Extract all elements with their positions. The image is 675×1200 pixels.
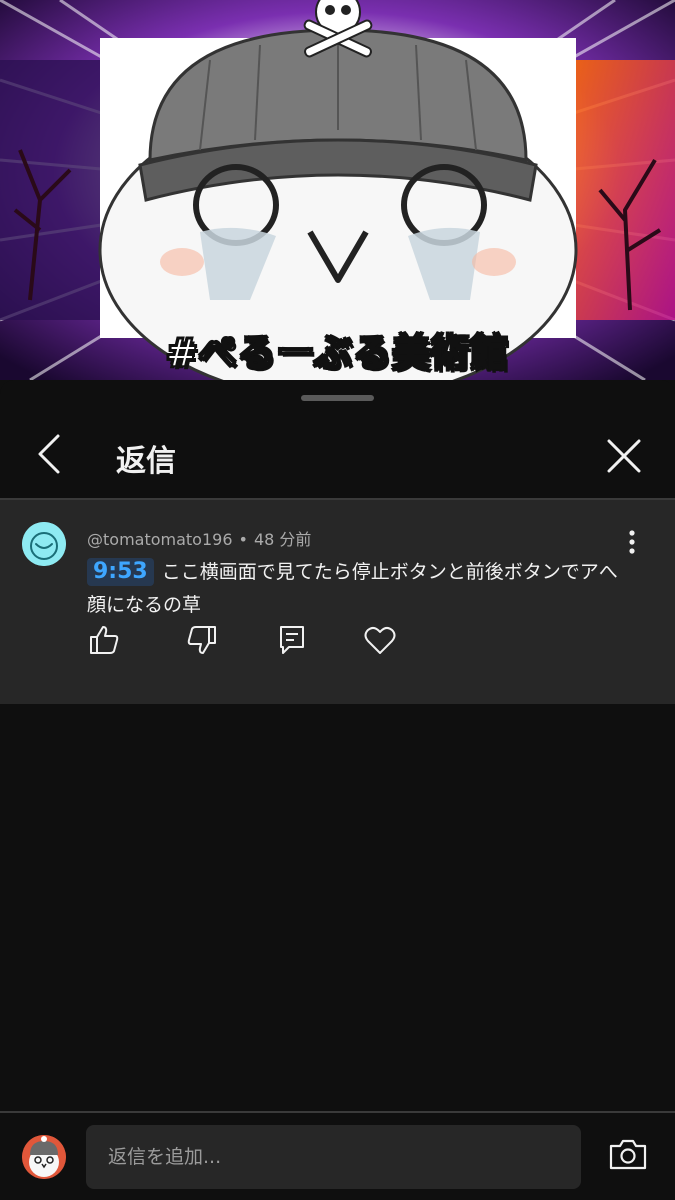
sheet-header: 返信 bbox=[0, 412, 675, 498]
user-avatar-icon bbox=[22, 1135, 66, 1179]
avatar[interactable] bbox=[22, 522, 66, 566]
comment-time: 48 分前 bbox=[253, 530, 312, 549]
dislike-icon bbox=[187, 626, 216, 654]
drag-handle[interactable] bbox=[301, 395, 374, 401]
back-button[interactable] bbox=[28, 432, 72, 476]
meta-separator: • bbox=[238, 530, 248, 549]
dislike-button[interactable] bbox=[182, 620, 222, 660]
comment-actions bbox=[0, 620, 675, 660]
close-button[interactable] bbox=[600, 432, 648, 480]
comment-author[interactable]: @tomatomato196 bbox=[87, 530, 233, 549]
heart-icon bbox=[364, 626, 396, 654]
comment-text-block: 9:53 ここ横画面で見てたら停止ボタンと前後ボタンでアへ顔になるの草 bbox=[87, 556, 627, 622]
camera-button[interactable] bbox=[607, 1135, 649, 1175]
video-caption: #ぺるーぶる美術館 bbox=[165, 330, 510, 376]
reply-button[interactable] bbox=[272, 620, 312, 660]
page-title: 返信 bbox=[116, 444, 176, 479]
replies-sheet: 返信 @tomatomato196 • 48 分前 9:53 ここ横画面で見てた… bbox=[0, 380, 675, 1200]
current-user-avatar[interactable] bbox=[22, 1135, 66, 1179]
heart-button[interactable] bbox=[360, 620, 400, 660]
camera-icon bbox=[609, 1139, 647, 1170]
comment-meta: @tomatomato196 • 48 分前 bbox=[87, 526, 311, 550]
like-button[interactable] bbox=[84, 620, 124, 660]
video-player[interactable]: #ぺるーぶる美術館 bbox=[0, 0, 675, 380]
close-icon bbox=[607, 439, 641, 473]
parent-comment: @tomatomato196 • 48 分前 9:53 ここ横画面で見てたら停止ボタン… bbox=[0, 500, 675, 704]
timestamp-link[interactable]: 9:53 bbox=[87, 558, 154, 586]
bottom-divider bbox=[0, 1111, 675, 1113]
smiley-avatar-icon bbox=[22, 522, 66, 566]
chevron-left-icon bbox=[38, 434, 60, 474]
comment-text: ここ横画面で見てたら停止ボタンと前後ボタンでアへ顔になるの草 bbox=[87, 561, 618, 616]
more-options-button[interactable] bbox=[620, 528, 644, 558]
more-vert-icon bbox=[629, 530, 635, 554]
like-icon bbox=[90, 626, 119, 654]
reply-input[interactable] bbox=[86, 1125, 581, 1189]
reply-icon bbox=[280, 626, 304, 654]
